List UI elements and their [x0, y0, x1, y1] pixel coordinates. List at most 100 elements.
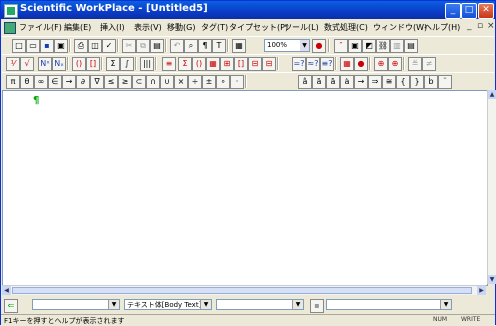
- fraction-icon[interactable]: ⅟: [6, 57, 20, 71]
- scroll-thumb[interactable]: [12, 287, 472, 294]
- subscript-icon[interactable]: Nₓ: [52, 57, 66, 71]
- symbol-leq-button[interactable]: ≤: [104, 75, 118, 89]
- relation-equiv-icon[interactable]: ≅: [382, 75, 396, 89]
- overbrace-icon[interactable]: ⊟: [262, 57, 276, 71]
- stop-icon[interactable]: ●: [312, 39, 326, 53]
- evaluate-numeric-icon[interactable]: ≈?: [306, 57, 320, 71]
- brackets-icon[interactable]: []: [86, 57, 100, 71]
- symbol-arrow-button[interactable]: →: [62, 75, 76, 89]
- relation-arrow-icon[interactable]: ⇒: [368, 75, 382, 89]
- show-pilcrow-icon[interactable]: ¶: [198, 39, 212, 53]
- menu-tools[interactable]: ツール(L): [284, 22, 319, 33]
- item-tag-select[interactable]: ▼: [32, 299, 120, 310]
- link-icon[interactable]: ⛓: [376, 39, 390, 53]
- symbol-cup-button[interactable]: ∪: [160, 75, 174, 89]
- text-mode-icon[interactable]: T: [212, 39, 226, 53]
- radical-icon[interactable]: √: [20, 57, 34, 71]
- new-document-icon[interactable]: □: [12, 39, 26, 53]
- body-tag-select[interactable]: ▼: [326, 299, 452, 310]
- chevron-down-icon[interactable]: ▼: [440, 300, 451, 309]
- binomial-icon[interactable]: ⊞: [220, 57, 234, 71]
- decoration-bar-icon[interactable]: ā: [326, 75, 340, 89]
- chevron-down-icon[interactable]: ▼: [300, 40, 309, 51]
- vertical-scrollbar[interactable]: ▲ ▼: [487, 90, 496, 284]
- grid-icon[interactable]: ▦: [206, 57, 220, 71]
- copy-icon[interactable]: ⧉: [136, 39, 150, 53]
- menu-file[interactable]: ファイル(F): [19, 22, 62, 33]
- scroll-left-icon[interactable]: ◀: [2, 286, 11, 295]
- symbol-circ-button[interactable]: ∘: [216, 75, 230, 89]
- overset-icon[interactable]: ḃ: [424, 75, 438, 89]
- find-icon[interactable]: ⌕: [184, 39, 198, 53]
- menu-compute[interactable]: 数式処理(C): [324, 22, 368, 33]
- menu-help[interactable]: ヘルプ(H): [424, 22, 460, 33]
- symbol-partial-button[interactable]: ∂: [76, 75, 90, 89]
- delimiter-icon[interactable]: (): [192, 57, 206, 71]
- remove-item-tag-icon[interactable]: ⇐: [4, 299, 18, 313]
- zoom-select[interactable]: 100% ▼: [264, 39, 310, 52]
- undefine-icon[interactable]: ≠: [422, 57, 436, 71]
- symbol-nabla-button[interactable]: ∇: [90, 75, 104, 89]
- brackets2-icon[interactable]: []: [234, 57, 248, 71]
- parentheses-icon[interactable]: (): [72, 57, 86, 71]
- bookmark-icon[interactable]: ″: [334, 39, 348, 53]
- spell-check-icon[interactable]: ✓: [102, 39, 116, 53]
- symbol-divide-button[interactable]: ÷: [188, 75, 202, 89]
- chevron-down-icon[interactable]: ▼: [200, 300, 211, 309]
- image-icon[interactable]: ◩: [362, 39, 376, 53]
- table-icon[interactable]: ▦: [232, 39, 246, 53]
- simplify-icon[interactable]: ≡?: [320, 57, 334, 71]
- menu-edit[interactable]: 編集(E): [64, 22, 91, 33]
- document-editor[interactable]: ¶: [2, 90, 488, 286]
- symbol-pi-button[interactable]: π: [6, 75, 20, 89]
- maximize-button[interactable]: □: [461, 3, 477, 19]
- symbol-infinity-button[interactable]: ∞: [34, 75, 48, 89]
- document-info-icon[interactable]: ▤: [404, 39, 418, 53]
- text-tag-select[interactable]: テキスト体[Body Text] ▼: [124, 299, 212, 310]
- menu-go[interactable]: 移動(G): [167, 22, 195, 33]
- label-icon[interactable]: |||: [140, 57, 154, 71]
- menu-typeset[interactable]: タイプセット(P): [229, 22, 288, 33]
- open-folder-icon[interactable]: ▭: [26, 39, 40, 53]
- symbol-theta-button[interactable]: θ: [20, 75, 34, 89]
- section-tag-select[interactable]: ▼: [216, 299, 304, 310]
- paste-icon[interactable]: ▤: [150, 39, 164, 53]
- decoration-vec-icon[interactable]: →: [354, 75, 368, 89]
- plot-icon[interactable]: ▥: [390, 39, 404, 53]
- print-preview-icon[interactable]: ◫: [88, 39, 102, 53]
- fragment-icon[interactable]: ▣: [348, 39, 362, 53]
- doc-close-icon[interactable]: ×: [487, 21, 495, 31]
- app-icon[interactable]: [4, 4, 18, 18]
- chevron-down-icon[interactable]: ▼: [292, 300, 303, 309]
- scroll-down-icon[interactable]: ▼: [488, 275, 496, 284]
- doc-minimize-icon[interactable]: _: [467, 21, 472, 31]
- doc-restore-icon[interactable]: ▫: [477, 21, 483, 31]
- scroll-right-icon[interactable]: ▶: [477, 286, 486, 295]
- symbol-subset-button[interactable]: ⊂: [132, 75, 146, 89]
- undo-icon[interactable]: ↶: [170, 39, 184, 53]
- menu-view[interactable]: 表示(V): [134, 22, 162, 33]
- minimize-button[interactable]: _: [445, 3, 461, 19]
- symbol-pm-button[interactable]: ±: [202, 75, 216, 89]
- sum-icon[interactable]: Σ: [106, 57, 120, 71]
- close-button[interactable]: ✕: [478, 3, 494, 19]
- menu-insert[interactable]: 挿入(I): [100, 22, 125, 33]
- decoration-hat-icon[interactable]: â: [298, 75, 312, 89]
- superscript-icon[interactable]: Nˣ: [38, 57, 52, 71]
- symbol-cap-button[interactable]: ∩: [146, 75, 160, 89]
- menu-window[interactable]: ウィンドウ(W): [373, 22, 427, 33]
- plot-3d-icon[interactable]: ●: [354, 57, 368, 71]
- accent-icon[interactable]: ¨: [438, 75, 452, 89]
- symbol-times-button[interactable]: ×: [174, 75, 188, 89]
- decoration-tilde-icon[interactable]: ã: [312, 75, 326, 89]
- horizontal-scrollbar[interactable]: ◀ ▶: [2, 285, 486, 295]
- scroll-up-icon[interactable]: ▲: [488, 90, 496, 99]
- document-icon[interactable]: [4, 22, 16, 34]
- symbol-cdot-button[interactable]: ·: [230, 75, 244, 89]
- cut-icon[interactable]: ✂: [122, 39, 136, 53]
- plot-2d-icon[interactable]: ▦: [340, 57, 354, 71]
- operator-icon[interactable]: Σ: [178, 57, 192, 71]
- symbol-geq-button[interactable]: ≥: [118, 75, 132, 89]
- integral-icon[interactable]: ∫: [120, 57, 134, 71]
- decoration-dot-icon[interactable]: ȧ: [340, 75, 354, 89]
